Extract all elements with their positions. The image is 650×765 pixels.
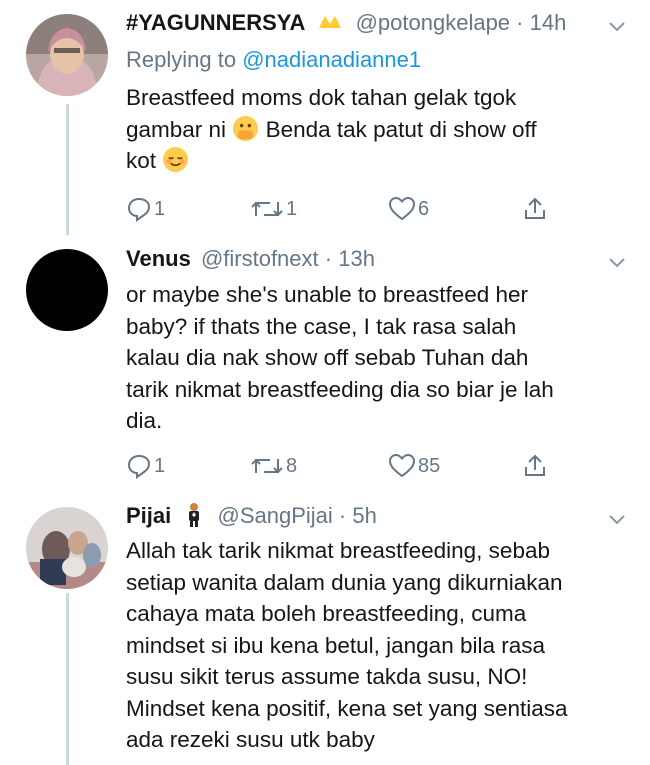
crown-badge-icon: [319, 16, 342, 28]
separator-dot: ·: [338, 503, 347, 528]
chevron-down-icon[interactable]: [608, 511, 626, 529]
chevron-down-icon[interactable]: [608, 18, 626, 36]
heart-icon: [388, 453, 416, 478]
share-button[interactable]: [522, 451, 548, 481]
reply-count: 1: [154, 454, 166, 477]
chevron-down-icon[interactable]: [608, 254, 626, 272]
share-icon: [525, 454, 545, 476]
timestamp[interactable]: 13h: [338, 246, 375, 271]
shushing-face-emoji-icon: [233, 115, 259, 141]
retweet-button[interactable]: 8: [250, 451, 297, 481]
avatar-yagunnersya[interactable]: [26, 14, 108, 96]
reply-icon: [127, 454, 151, 479]
relieved-face-emoji-icon: [163, 146, 189, 173]
retweet-count: 1: [286, 197, 298, 220]
tweet-2[interactable]: Venus @firstofnext · 13h or maybe she's …: [0, 235, 650, 497]
tweet-text: Allah tak tarik nikmat breastfeeding, se…: [126, 538, 568, 752]
tweet-text: or maybe she's unable to breastfeed her …: [126, 282, 554, 433]
tweet-actions: 1 8 85: [126, 451, 566, 481]
display-name[interactable]: Pijai: [126, 503, 171, 528]
like-count: 6: [418, 197, 430, 220]
handle[interactable]: @potongkelape: [356, 10, 510, 35]
tweet-3[interactable]: Pijai @SangPijai · 5h Allah tak tarik ni…: [0, 497, 650, 765]
handle[interactable]: @SangPijai: [218, 503, 333, 528]
tweet-header: #YAGUNNERSYA @potongkelape · 14h: [126, 8, 610, 38]
tweet-text: Breastfeed moms dok tahan gelak tgok gam…: [126, 82, 626, 177]
retweet-icon: [251, 458, 283, 474]
timestamp[interactable]: 5h: [352, 503, 376, 528]
thread-line: [66, 593, 69, 765]
like-count: 85: [418, 454, 441, 477]
tweet-header: Venus @firstofnext · 13h: [126, 244, 610, 274]
replying-prefix: Replying to: [126, 47, 243, 72]
reply-icon: [127, 197, 151, 222]
retweet-count: 8: [286, 454, 298, 477]
retweet-button[interactable]: 1: [250, 194, 297, 224]
like-button[interactable]: 6: [388, 194, 429, 224]
timestamp[interactable]: 14h: [530, 10, 567, 35]
separator-dot: ·: [516, 10, 524, 35]
share-button[interactable]: [522, 194, 548, 224]
replying-to-link[interactable]: @nadianadianne1: [242, 47, 421, 72]
avatar-pijai[interactable]: [26, 507, 108, 589]
replying-to: Replying to @nadianadianne1: [126, 45, 421, 75]
tweet-actions: 1 1 6: [126, 194, 566, 224]
reply-button[interactable]: 1: [126, 451, 165, 481]
retweet-icon: [251, 201, 283, 217]
avatar-venus[interactable]: [26, 249, 108, 331]
reply-button[interactable]: 1: [126, 194, 165, 224]
man-in-tuxedo-emoji-icon: [189, 503, 200, 527]
like-button[interactable]: 85: [388, 451, 440, 481]
display-name[interactable]: #YAGUNNERSYA: [126, 10, 305, 35]
thread-line: [66, 104, 69, 235]
reply-count: 1: [154, 197, 166, 220]
heart-icon: [388, 196, 416, 221]
share-icon: [525, 197, 545, 219]
handle[interactable]: @firstofnext: [201, 246, 319, 271]
tweet-1[interactable]: #YAGUNNERSYA @potongkelape · 14h Replyin…: [0, 0, 650, 235]
separator-dot: ·: [324, 246, 333, 271]
tweet-header: Pijai @SangPijai · 5h: [126, 501, 610, 531]
display-name[interactable]: Venus: [126, 246, 191, 271]
